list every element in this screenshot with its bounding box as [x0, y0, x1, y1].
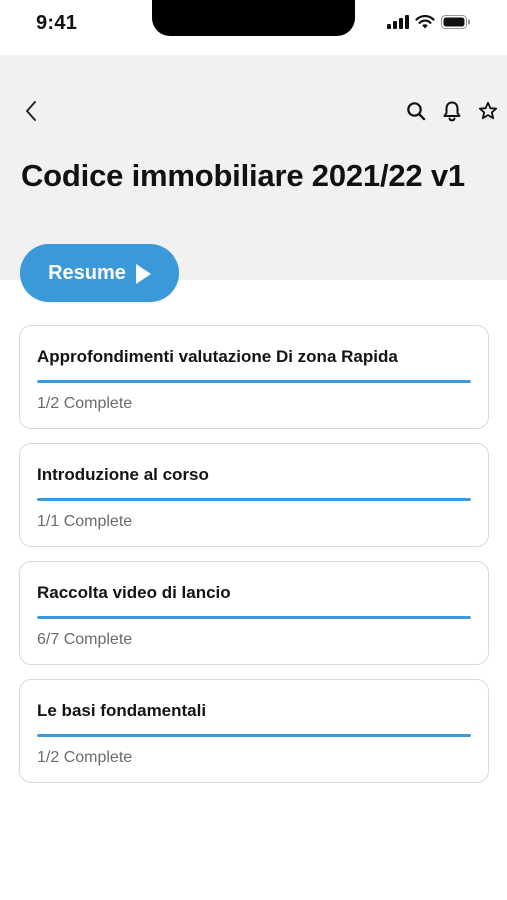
progress-fill — [37, 734, 471, 737]
status-bar: 9:41 — [0, 0, 507, 55]
course-title: Introduzione al corso — [37, 465, 209, 484]
star-icon[interactable] — [477, 99, 499, 123]
course-status: 1/1 Complete — [37, 513, 133, 530]
device-notch — [152, 0, 355, 36]
progress-fill — [37, 616, 471, 619]
bell-icon[interactable] — [441, 99, 463, 123]
course-list: Approfondimenti valutazione Di zona Rapi… — [19, 325, 489, 797]
nav-actions — [405, 99, 499, 123]
progress-bar — [37, 498, 471, 501]
chevron-left-icon[interactable] — [20, 99, 42, 123]
course-title: Approfondimenti valutazione Di zona Rapi… — [37, 347, 398, 366]
course-status: 6/7 Complete — [37, 631, 133, 648]
play-icon — [135, 263, 151, 284]
wifi-icon — [415, 15, 435, 34]
status-time: 9:41 — [36, 12, 78, 34]
progress-bar — [37, 734, 471, 737]
battery-icon — [441, 15, 471, 34]
course-title: Raccolta video di lancio — [37, 583, 231, 602]
progress-fill — [37, 380, 471, 383]
resume-label: Resume — [48, 262, 126, 284]
status-icons — [387, 15, 471, 34]
signal-icon — [387, 15, 409, 34]
course-card[interactable]: Approfondimenti valutazione Di zona Rapi… — [19, 325, 489, 429]
course-status: 1/2 Complete — [37, 395, 133, 412]
page-title: Codice immobiliare 2021/22 v1 — [21, 158, 465, 193]
course-status: 1/2 Complete — [37, 749, 133, 766]
course-card[interactable]: Raccolta video di lancio 6/7 Complete — [19, 561, 489, 665]
search-icon[interactable] — [405, 99, 427, 123]
course-card[interactable]: Le basi fondamentali 1/2 Complete — [19, 679, 489, 783]
progress-bar — [37, 616, 471, 619]
progress-bar — [37, 380, 471, 383]
progress-fill — [37, 498, 471, 501]
course-title: Le basi fondamentali — [37, 701, 207, 720]
resume-button[interactable]: Resume — [20, 244, 179, 302]
course-card[interactable]: Introduzione al corso 1/1 Complete — [19, 443, 489, 547]
